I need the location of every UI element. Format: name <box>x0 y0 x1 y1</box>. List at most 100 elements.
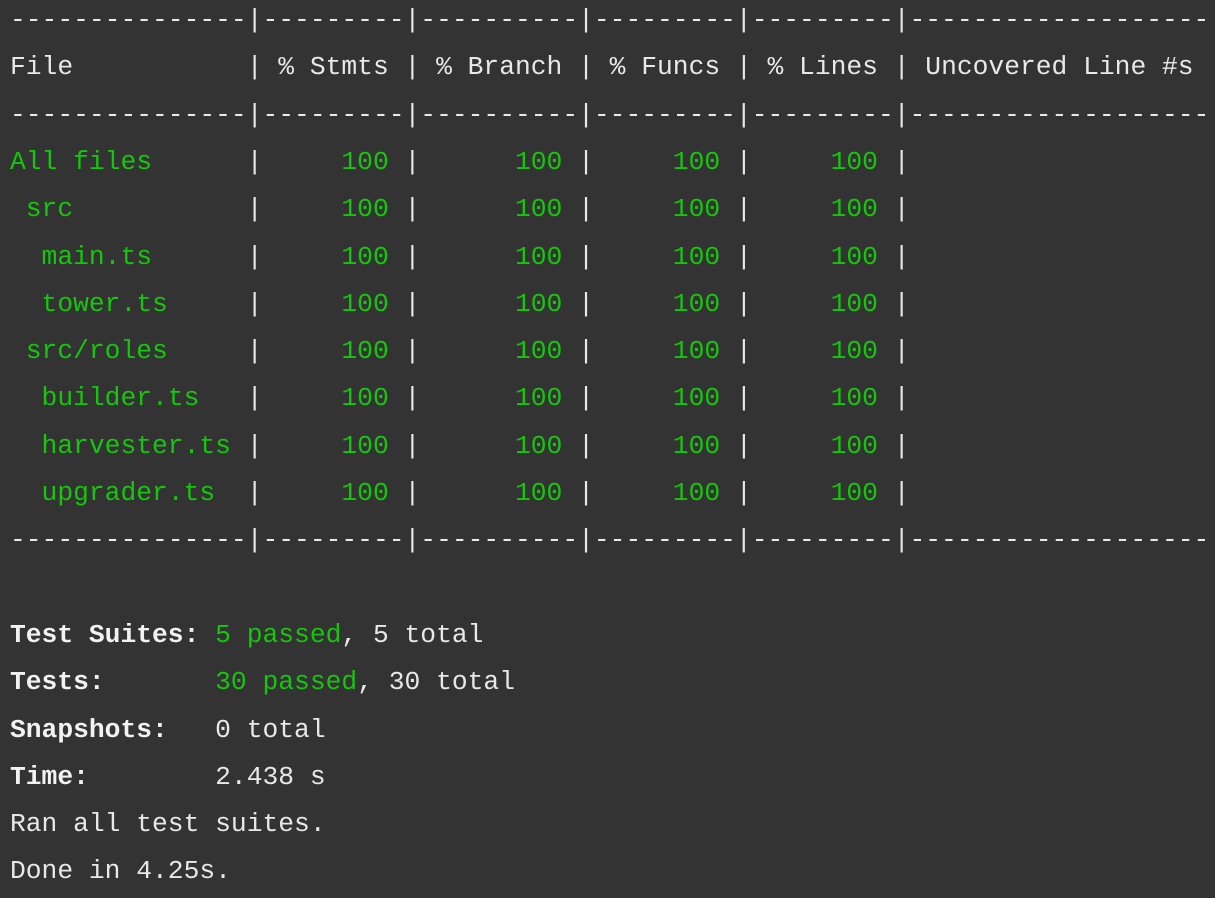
column-divider: | <box>578 52 594 83</box>
coverage-table-header: File | % Stmts | % Branch | % Funcs | % … <box>10 47 1209 94</box>
column-divider: | <box>578 383 594 414</box>
column-divider: | <box>404 336 421 367</box>
column-divider: | <box>246 146 263 177</box>
column-divider: | <box>404 383 421 414</box>
cell-funcs: 100 <box>593 383 736 414</box>
table-separator-bottom: ---------------|---------|----------|---… <box>10 525 1210 556</box>
column-divider: | <box>404 478 421 508</box>
cell-stmts: 100 <box>262 478 405 508</box>
cell-stmts: 100 <box>262 241 405 272</box>
column-divider: | <box>893 288 910 319</box>
coverage-row: builder.ts | 100 | 100 | 100 | 100 | <box>10 378 1209 425</box>
cell-file: main.ts <box>10 241 247 272</box>
cell-file: harvester.ts <box>10 430 247 461</box>
cell-file: tower.ts <box>10 288 247 319</box>
cell-lines: 100 <box>751 336 894 367</box>
column-divider: | <box>246 52 263 83</box>
column-header-uncovered: Uncovered Line #s <box>909 52 1210 83</box>
cell-stmts: 100 <box>262 336 405 367</box>
column-divider: | <box>246 430 263 461</box>
cell-uncovered <box>910 478 1210 508</box>
column-divider: | <box>578 478 594 508</box>
summary-line: Test Suites: 5 passed, 5 total <box>10 615 483 662</box>
summary-value: 2.438 s <box>215 761 326 792</box>
summary-value: , 30 total <box>357 667 515 698</box>
column-divider: | <box>893 194 910 225</box>
column-divider: | <box>735 52 752 83</box>
table-separator-top: ---------------|---------|----------|---… <box>10 5 1210 35</box>
column-divider: | <box>735 146 752 177</box>
column-divider: | <box>893 478 910 508</box>
column-divider: | <box>735 336 752 367</box>
cell-lines: 100 <box>751 478 894 508</box>
passed-count: 30 passed <box>215 667 358 698</box>
column-header-file: File <box>10 52 247 83</box>
column-divider: | <box>735 241 752 272</box>
column-divider: | <box>404 146 421 177</box>
cell-branch: 100 <box>420 288 579 319</box>
coverage-row: tower.ts | 100 | 100 | 100 | 100 | <box>10 284 1209 331</box>
column-divider: | <box>893 52 910 83</box>
cell-branch: 100 <box>420 478 579 508</box>
cell-stmts: 100 <box>262 194 405 225</box>
cell-branch: 100 <box>420 146 579 177</box>
cell-lines: 100 <box>751 288 894 319</box>
column-divider: | <box>578 194 594 225</box>
cell-stmts: 100 <box>262 430 405 461</box>
cell-branch: 100 <box>420 430 579 461</box>
column-divider: | <box>893 146 910 177</box>
cell-stmts: 100 <box>262 146 405 177</box>
column-divider: | <box>893 430 910 461</box>
column-divider: | <box>404 194 421 225</box>
column-divider: | <box>735 478 752 508</box>
cell-uncovered <box>910 194 1210 224</box>
cell-lines: 100 <box>751 383 894 414</box>
column-header-lines: % Lines <box>751 52 894 83</box>
cell-lines: 100 <box>751 241 894 272</box>
column-divider: | <box>246 288 263 319</box>
footer-line: Done in 4.25s. <box>10 856 231 887</box>
cell-lines: 100 <box>751 194 894 225</box>
summary-value: 0 total <box>215 714 326 745</box>
column-divider: | <box>578 241 594 272</box>
column-divider: | <box>578 336 594 367</box>
column-divider: | <box>246 241 263 272</box>
cell-lines: 100 <box>751 146 894 177</box>
cell-uncovered <box>910 147 1210 177</box>
cell-funcs: 100 <box>593 478 736 508</box>
cell-uncovered <box>910 336 1210 366</box>
column-header-stmts: % Stmts <box>262 52 405 83</box>
summary-label: Test Suites: <box>10 619 216 650</box>
cell-funcs: 100 <box>593 430 736 461</box>
column-divider: | <box>404 241 421 272</box>
column-divider: | <box>246 336 263 367</box>
cell-branch: 100 <box>420 383 579 414</box>
cell-file: src <box>10 194 247 225</box>
coverage-row: harvester.ts | 100 | 100 | 100 | 100 | <box>10 426 1209 473</box>
coverage-row: src | 100 | 100 | 100 | 100 | <box>10 189 1209 236</box>
cell-branch: 100 <box>420 336 579 367</box>
coverage-row: src/roles | 100 | 100 | 100 | 100 | <box>10 331 1209 378</box>
summary-label: Time: <box>10 761 216 792</box>
footer-line: Ran all test suites. <box>10 809 326 840</box>
coverage-row: upgrader.ts | 100 | 100 | 100 | 100 | <box>10 473 1209 520</box>
summary-line: Tests: 30 passed, 30 total <box>10 662 515 709</box>
column-divider: | <box>404 288 421 319</box>
summary-value: , 5 total <box>341 619 484 650</box>
column-divider: | <box>578 430 594 461</box>
coverage-row: All files | 100 | 100 | 100 | 100 | <box>10 142 1209 189</box>
cell-stmts: 100 <box>262 383 405 414</box>
summary-line: Snapshots: 0 total <box>10 710 326 757</box>
cell-funcs: 100 <box>593 241 736 272</box>
column-divider: | <box>246 194 263 225</box>
cell-funcs: 100 <box>593 146 736 177</box>
column-divider: | <box>735 430 752 461</box>
table-separator-header: ---------------|---------|----------|---… <box>10 99 1210 130</box>
passed-count: 5 passed <box>215 619 342 650</box>
summary-line: Time: 2.438 s <box>10 757 326 804</box>
column-header-funcs: % Funcs <box>593 52 736 83</box>
column-divider: | <box>246 383 263 414</box>
column-divider: | <box>893 383 910 414</box>
cell-file: upgrader.ts <box>10 478 247 508</box>
column-divider: | <box>578 288 594 319</box>
